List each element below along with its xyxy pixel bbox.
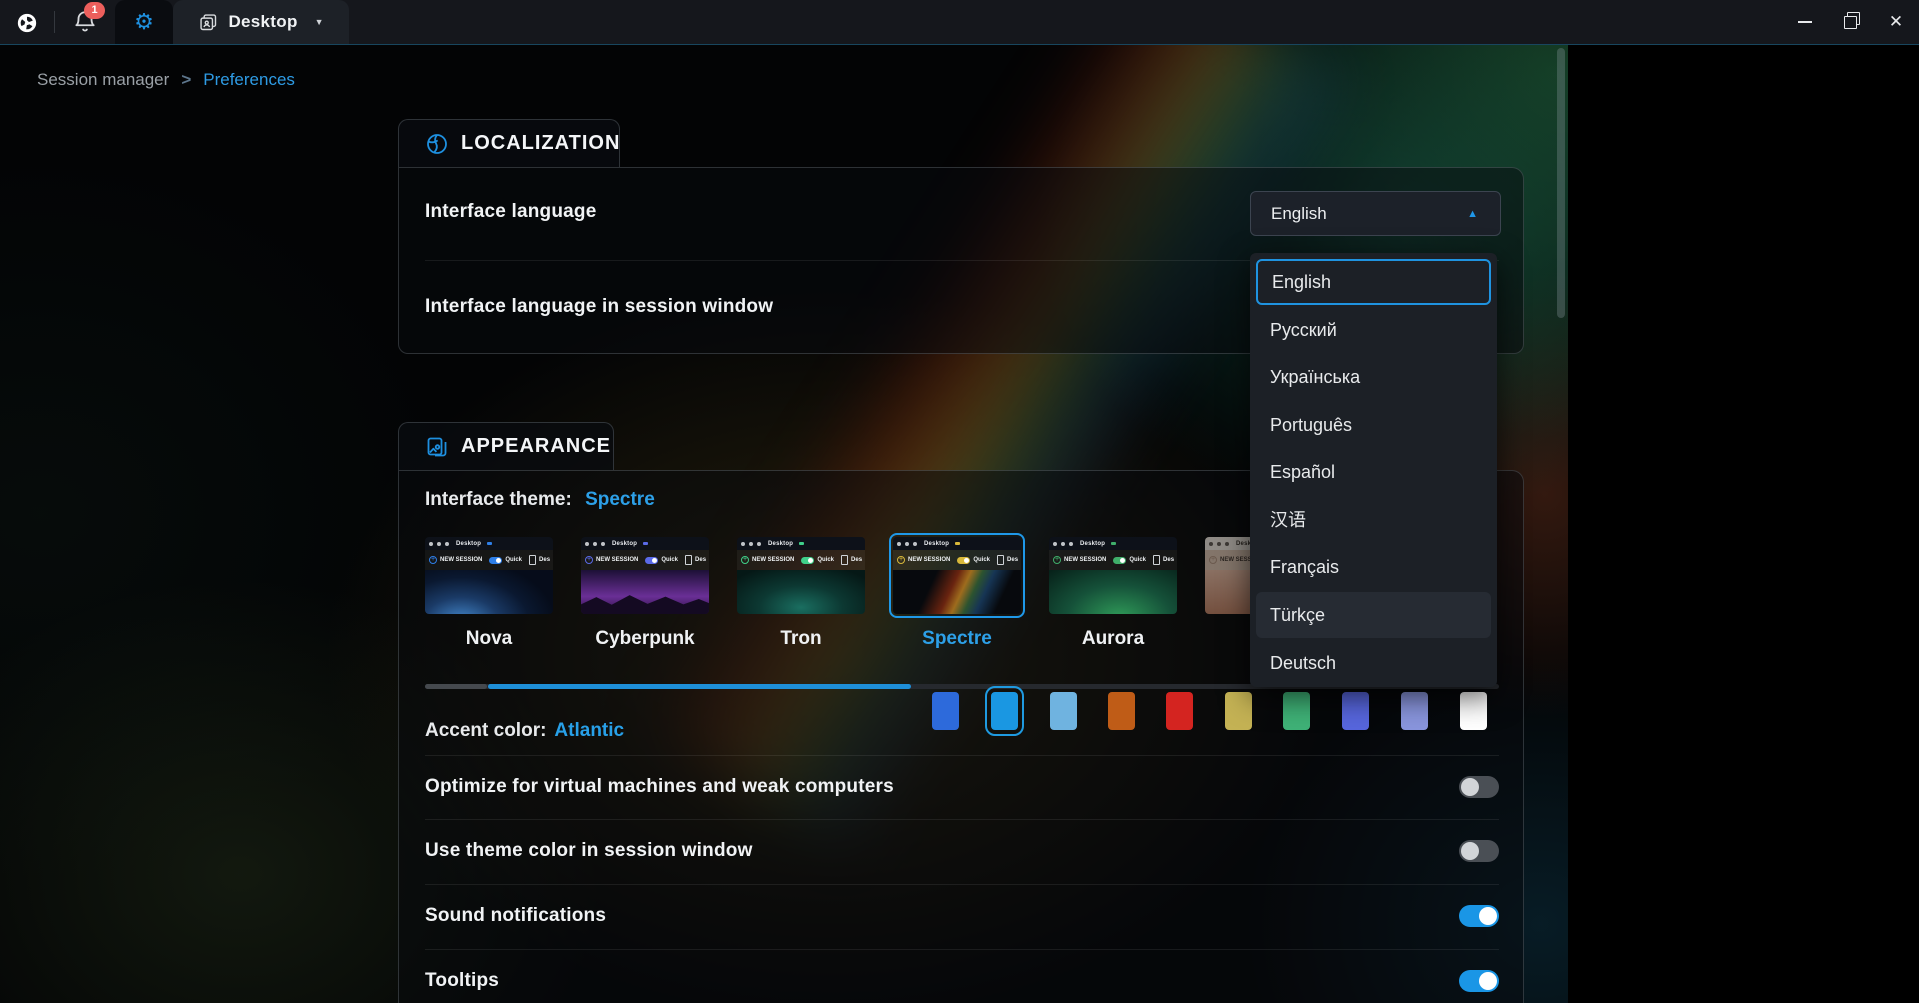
interface-theme-label: Interface theme: [425,489,572,510]
language-dropdown-menu: English Русский Українська Português Esp… [1250,253,1497,687]
toggle-row-theme-color: Use theme color in session window [399,819,1525,883]
menu-item-portuguese[interactable]: Português [1256,402,1491,448]
theme-card-cyberpunk[interactable]: Desktop NEW SESSIONQuickDes Cyberpunk [581,537,709,650]
appearance-section-tab: APPEARANCE [398,422,614,470]
localization-title: LOCALIZATION [461,132,620,155]
menu-item-ukrainian[interactable]: Українська [1256,354,1491,400]
desktop-tab-label: Desktop [228,12,297,32]
theme-name: Tron [737,628,865,650]
menu-item-french[interactable]: Français [1256,544,1491,590]
theme-card-tron[interactable]: Desktop NEW SESSIONQuickDes Tron [737,537,865,650]
toggle-row-tooltips: Tooltips [399,949,1525,1003]
restore-icon [1844,16,1857,29]
tab-settings[interactable]: ⚙ [115,0,173,44]
toggle-knob [1461,842,1479,860]
close-button[interactable]: ✕ [1876,0,1916,44]
accent-swatch-1-selected[interactable] [991,692,1018,730]
sound-notifications-toggle[interactable] [1459,905,1499,927]
toggle-knob [1479,972,1497,990]
accent-color-value: Atlantic [554,720,624,742]
notification-badge: 1 [84,2,105,19]
interface-language-select[interactable]: English ▲ [1250,191,1501,236]
close-icon: ✕ [1889,12,1903,32]
select-value: English [1271,204,1327,224]
toggle-knob [1479,907,1497,925]
theme-name: Nova [425,628,553,650]
breadcrumb-session-manager[interactable]: Session manager [37,70,169,90]
theme-thumbnail: Desktop NEW SESSIONQuickDes [425,537,553,614]
breadcrumb: Session manager > Preferences [37,70,295,90]
tooltips-toggle[interactable] [1459,970,1499,992]
theme-name: Aurora [1049,628,1177,650]
theme-name: Spectre [893,628,1021,650]
interface-language-session-label: Interface language in session window [425,296,773,318]
theme-name: Cyberpunk [581,628,709,650]
gear-icon: ⚙ [134,11,154,33]
menu-item-spanish[interactable]: Español [1256,449,1491,495]
accent-swatch-6[interactable] [1283,692,1310,730]
menu-item-german[interactable]: Deutsch [1256,640,1491,686]
tab-desktop[interactable]: Desktop ▼ [173,0,349,44]
titlebar-divider [54,11,55,33]
interface-theme-value: Spectre [585,489,655,510]
appearance-icon [425,435,449,459]
toggle-knob [1461,778,1479,796]
accent-swatch-2[interactable] [1050,692,1077,730]
theme-color-label: Use theme color in session window [425,840,753,862]
vertical-scrollbar-thumb[interactable] [1557,48,1565,318]
globe-icon [425,132,449,156]
accent-swatch-3[interactable] [1108,692,1135,730]
accent-swatch-5[interactable] [1225,692,1252,730]
desktop-screens-icon [198,12,219,33]
theme-color-toggle[interactable] [1459,840,1499,862]
theme-card-nova[interactable]: Desktop NEW SESSIONQuickDes Nova [425,537,553,650]
theme-scrollbar-thumb[interactable] [488,684,911,689]
interface-theme-row: Interface theme: Spectre [425,489,655,511]
theme-thumbnail: Desktop NEW SESSIONQuickDes [893,537,1021,614]
breadcrumb-separator-icon: > [181,70,191,90]
restore-button[interactable] [1830,0,1870,44]
accent-swatch-7[interactable] [1342,692,1369,730]
theme-thumbnail: Desktop NEW SESSIONQuickDes [1049,537,1177,614]
menu-item-english[interactable]: English [1256,259,1491,305]
accent-swatch-4[interactable] [1166,692,1193,730]
sound-notifications-label: Sound notifications [425,905,606,927]
chevron-down-icon: ▼ [315,17,324,27]
theme-card-spectre[interactable]: Desktop NEW SESSIONQuickDes Spectre [893,537,1021,650]
menu-item-chinese[interactable]: 汉语 [1256,497,1491,543]
minimize-button[interactable] [1785,0,1825,44]
accent-swatch-9[interactable] [1460,692,1487,730]
menu-item-turkish[interactable]: Türkçe [1256,592,1491,638]
localization-section-tab: LOCALIZATION [398,119,620,167]
theme-scrollbar-lead [425,684,487,689]
theme-thumbnail: Desktop NEW SESSIONQuickDes [737,537,865,614]
accent-swatch-8[interactable] [1401,692,1428,730]
minimize-icon [1798,21,1812,23]
theme-thumbnail: Desktop NEW SESSIONQuickDes [581,537,709,614]
app-logo-icon[interactable] [16,12,38,34]
title-bar: 1 ⚙ Desktop ▼ ✕ [0,0,1919,45]
accent-color-label: Accent color: [425,720,546,742]
app-window: 1 ⚙ Desktop ▼ ✕ Session manager > Prefer… [0,0,1919,1003]
menu-item-russian[interactable]: Русский [1256,307,1491,353]
interface-language-label: Interface language [425,201,596,223]
optimize-label: Optimize for virtual machines and weak c… [425,776,894,798]
breadcrumb-preferences[interactable]: Preferences [203,70,295,90]
tooltips-label: Tooltips [425,970,499,992]
appearance-title: APPEARANCE [461,435,611,458]
chevron-up-icon: ▲ [1467,208,1478,220]
theme-card-aurora[interactable]: Desktop NEW SESSIONQuickDes Aurora [1049,537,1177,650]
toggle-row-sound: Sound notifications [399,884,1525,948]
accent-swatch-0[interactable] [932,692,959,730]
optimize-toggle[interactable] [1459,776,1499,798]
toggle-row-optimize: Optimize for virtual machines and weak c… [399,755,1525,819]
accent-color-row: Accent color: Atlantic [425,699,624,763]
